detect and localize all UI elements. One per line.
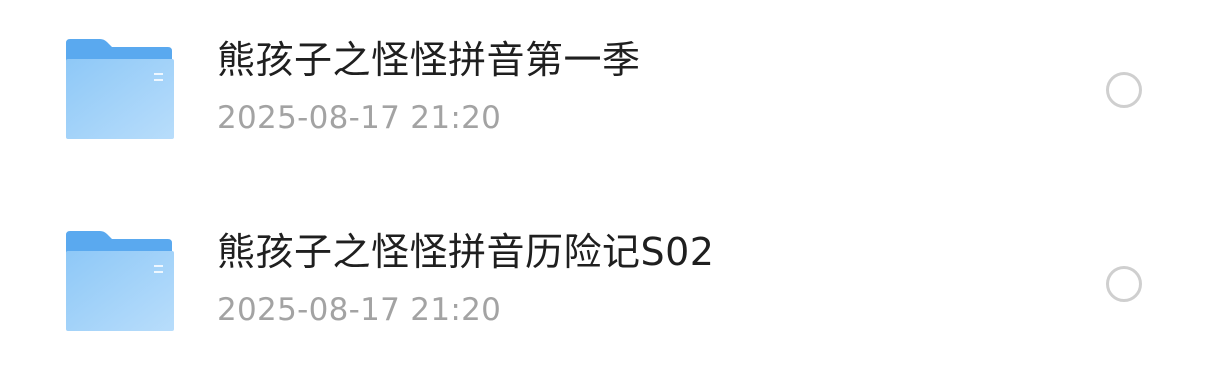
select-radio[interactable] xyxy=(1106,266,1142,302)
file-list: 熊孩子之怪怪拼音第一季 2025-08-17 21:20 熊孩子之怪怪拼音历险记… xyxy=(0,0,1220,372)
list-item[interactable]: 熊孩子之怪怪拼音第一季 2025-08-17 21:20 xyxy=(0,0,1220,192)
file-name: 熊孩子之怪怪拼音第一季 xyxy=(217,38,641,82)
folder-icon xyxy=(66,39,174,139)
list-item[interactable]: 熊孩子之怪怪拼音历险记S02 2025-08-17 21:20 xyxy=(0,192,1220,384)
file-name: 熊孩子之怪怪拼音历险记S02 xyxy=(217,230,715,274)
select-radio[interactable] xyxy=(1106,72,1142,108)
file-date: 2025-08-17 21:20 xyxy=(217,292,502,328)
file-date: 2025-08-17 21:20 xyxy=(217,100,502,136)
folder-icon xyxy=(66,231,174,331)
